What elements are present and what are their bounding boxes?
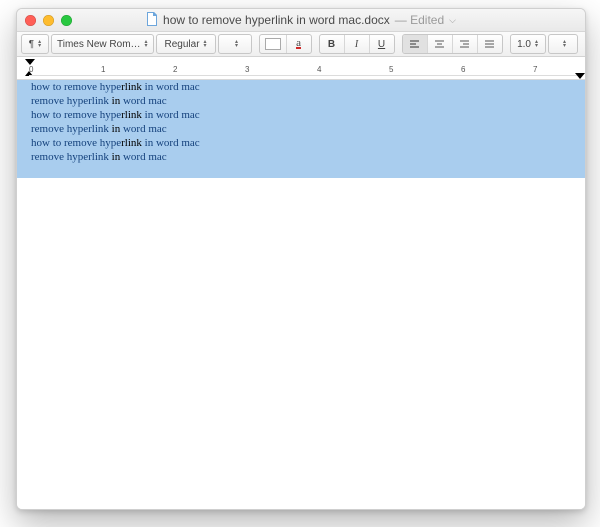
ruler-number: 0 bbox=[29, 65, 33, 74]
text-line[interactable]: how to remove hyperlink in word mac bbox=[17, 80, 585, 94]
font-size-select[interactable]: ▴▾ bbox=[218, 34, 252, 54]
toolbar: ¶ ▴▾ Times New Rom… ▴▾ Regular ▴▾ ▴▾ bbox=[17, 32, 585, 57]
text-line[interactable]: remove hyperlink in word mac bbox=[17, 150, 585, 164]
hyperlink-text[interactable]: remove hyperlink bbox=[31, 151, 109, 163]
page-content[interactable]: how to remove hyperlink in word macremov… bbox=[17, 80, 585, 178]
ruler-number: 6 bbox=[461, 65, 465, 74]
ruler-number: 2 bbox=[173, 65, 177, 74]
traffic-lights bbox=[17, 15, 72, 26]
minimize-icon[interactable] bbox=[43, 15, 54, 26]
highlight-color-button[interactable] bbox=[260, 35, 287, 53]
hyperlink-text[interactable]: how to remove hype bbox=[31, 109, 121, 121]
caret-icon: ▴▾ bbox=[145, 40, 148, 48]
align-right-button[interactable] bbox=[453, 35, 478, 53]
plain-text[interactable]: in bbox=[109, 95, 123, 107]
caret-icon: ▴▾ bbox=[535, 40, 538, 48]
text-line[interactable]: how to remove hyperlink in word mac bbox=[17, 108, 585, 122]
window: how to remove hyperlink in word mac.docx… bbox=[16, 8, 586, 510]
hyperlink-text[interactable]: remove hyperlink bbox=[31, 123, 109, 135]
text-line[interactable]: remove hyperlink in word mac bbox=[17, 94, 585, 108]
font-family-value: Times New Rom… bbox=[57, 39, 141, 50]
paragraph-style-select[interactable]: ¶ ▴▾ bbox=[21, 34, 49, 54]
document-icon bbox=[146, 12, 158, 29]
text-line[interactable] bbox=[17, 164, 585, 178]
caret-icon: ▴▾ bbox=[204, 40, 207, 48]
title-dropdown-icon[interactable]: ⌵ bbox=[449, 15, 456, 26]
hyperlink-text[interactable]: word mac bbox=[123, 151, 167, 163]
align-left-button[interactable] bbox=[403, 35, 428, 53]
ruler[interactable]: 0 1 2 3 4 5 6 7 bbox=[17, 57, 585, 80]
plain-text[interactable]: rlink bbox=[121, 81, 142, 93]
text-color-button[interactable]: a bbox=[287, 35, 311, 53]
ruler-number: 7 bbox=[533, 65, 537, 74]
hyperlink-text[interactable]: how to remove hype bbox=[31, 81, 121, 93]
ruler-number: 3 bbox=[245, 65, 249, 74]
font-weight-select[interactable]: Regular ▴▾ bbox=[156, 34, 216, 54]
plain-text[interactable]: rlink bbox=[121, 109, 142, 121]
zoom-icon[interactable] bbox=[61, 15, 72, 26]
title-status: — Edited bbox=[395, 13, 444, 27]
ruler-number: 5 bbox=[389, 65, 393, 74]
hyperlink-text[interactable]: in word mac bbox=[142, 109, 200, 121]
align-center-button[interactable] bbox=[428, 35, 453, 53]
document-area[interactable]: how to remove hyperlink in word macremov… bbox=[17, 80, 585, 509]
font-family-select[interactable]: Times New Rom… ▴▾ bbox=[51, 34, 154, 54]
bold-button[interactable]: B bbox=[320, 35, 345, 53]
ruler-baseline bbox=[29, 75, 581, 76]
line-spacing-select[interactable]: 1.0 ▴▾ bbox=[510, 34, 546, 54]
hyperlink-text[interactable]: word mac bbox=[123, 123, 167, 135]
ruler-number: 4 bbox=[317, 65, 321, 74]
hyperlink-text[interactable]: word mac bbox=[123, 95, 167, 107]
color-group: a bbox=[259, 34, 312, 54]
highlight-swatch-icon bbox=[265, 38, 281, 50]
underline-button[interactable]: U bbox=[370, 35, 394, 53]
paragraph-style-value: ¶ bbox=[29, 39, 34, 50]
close-icon[interactable] bbox=[25, 15, 36, 26]
text-line[interactable]: remove hyperlink in word mac bbox=[17, 122, 585, 136]
font-weight-value: Regular bbox=[165, 39, 200, 50]
plain-text[interactable]: rlink bbox=[121, 137, 142, 149]
caret-icon: ▴▾ bbox=[235, 40, 238, 48]
caret-icon: ▴▾ bbox=[563, 40, 566, 48]
hyperlink-text[interactable]: how to remove hype bbox=[31, 137, 121, 149]
italic-button[interactable]: I bbox=[345, 35, 370, 53]
plain-text[interactable]: in bbox=[109, 151, 123, 163]
plain-text[interactable]: in bbox=[109, 123, 123, 135]
align-group bbox=[402, 34, 503, 54]
title-filename: how to remove hyperlink in word mac.docx bbox=[163, 13, 390, 27]
hyperlink-text[interactable]: in word mac bbox=[142, 137, 200, 149]
title-bar: how to remove hyperlink in word mac.docx… bbox=[17, 9, 585, 32]
line-spacing-value: 1.0 bbox=[517, 39, 531, 50]
hyperlink-text[interactable]: remove hyperlink bbox=[31, 95, 109, 107]
caret-icon: ▴▾ bbox=[38, 40, 41, 48]
list-select[interactable]: ▴▾ bbox=[548, 34, 578, 54]
hyperlink-text[interactable]: in word mac bbox=[142, 81, 200, 93]
window-title: how to remove hyperlink in word mac.docx… bbox=[17, 12, 585, 29]
text-line[interactable]: how to remove hyperlink in word mac bbox=[17, 136, 585, 150]
ruler-number: 1 bbox=[101, 65, 105, 74]
style-group: B I U bbox=[319, 34, 395, 54]
align-justify-button[interactable] bbox=[478, 35, 502, 53]
right-indent-marker-icon[interactable] bbox=[575, 73, 585, 79]
